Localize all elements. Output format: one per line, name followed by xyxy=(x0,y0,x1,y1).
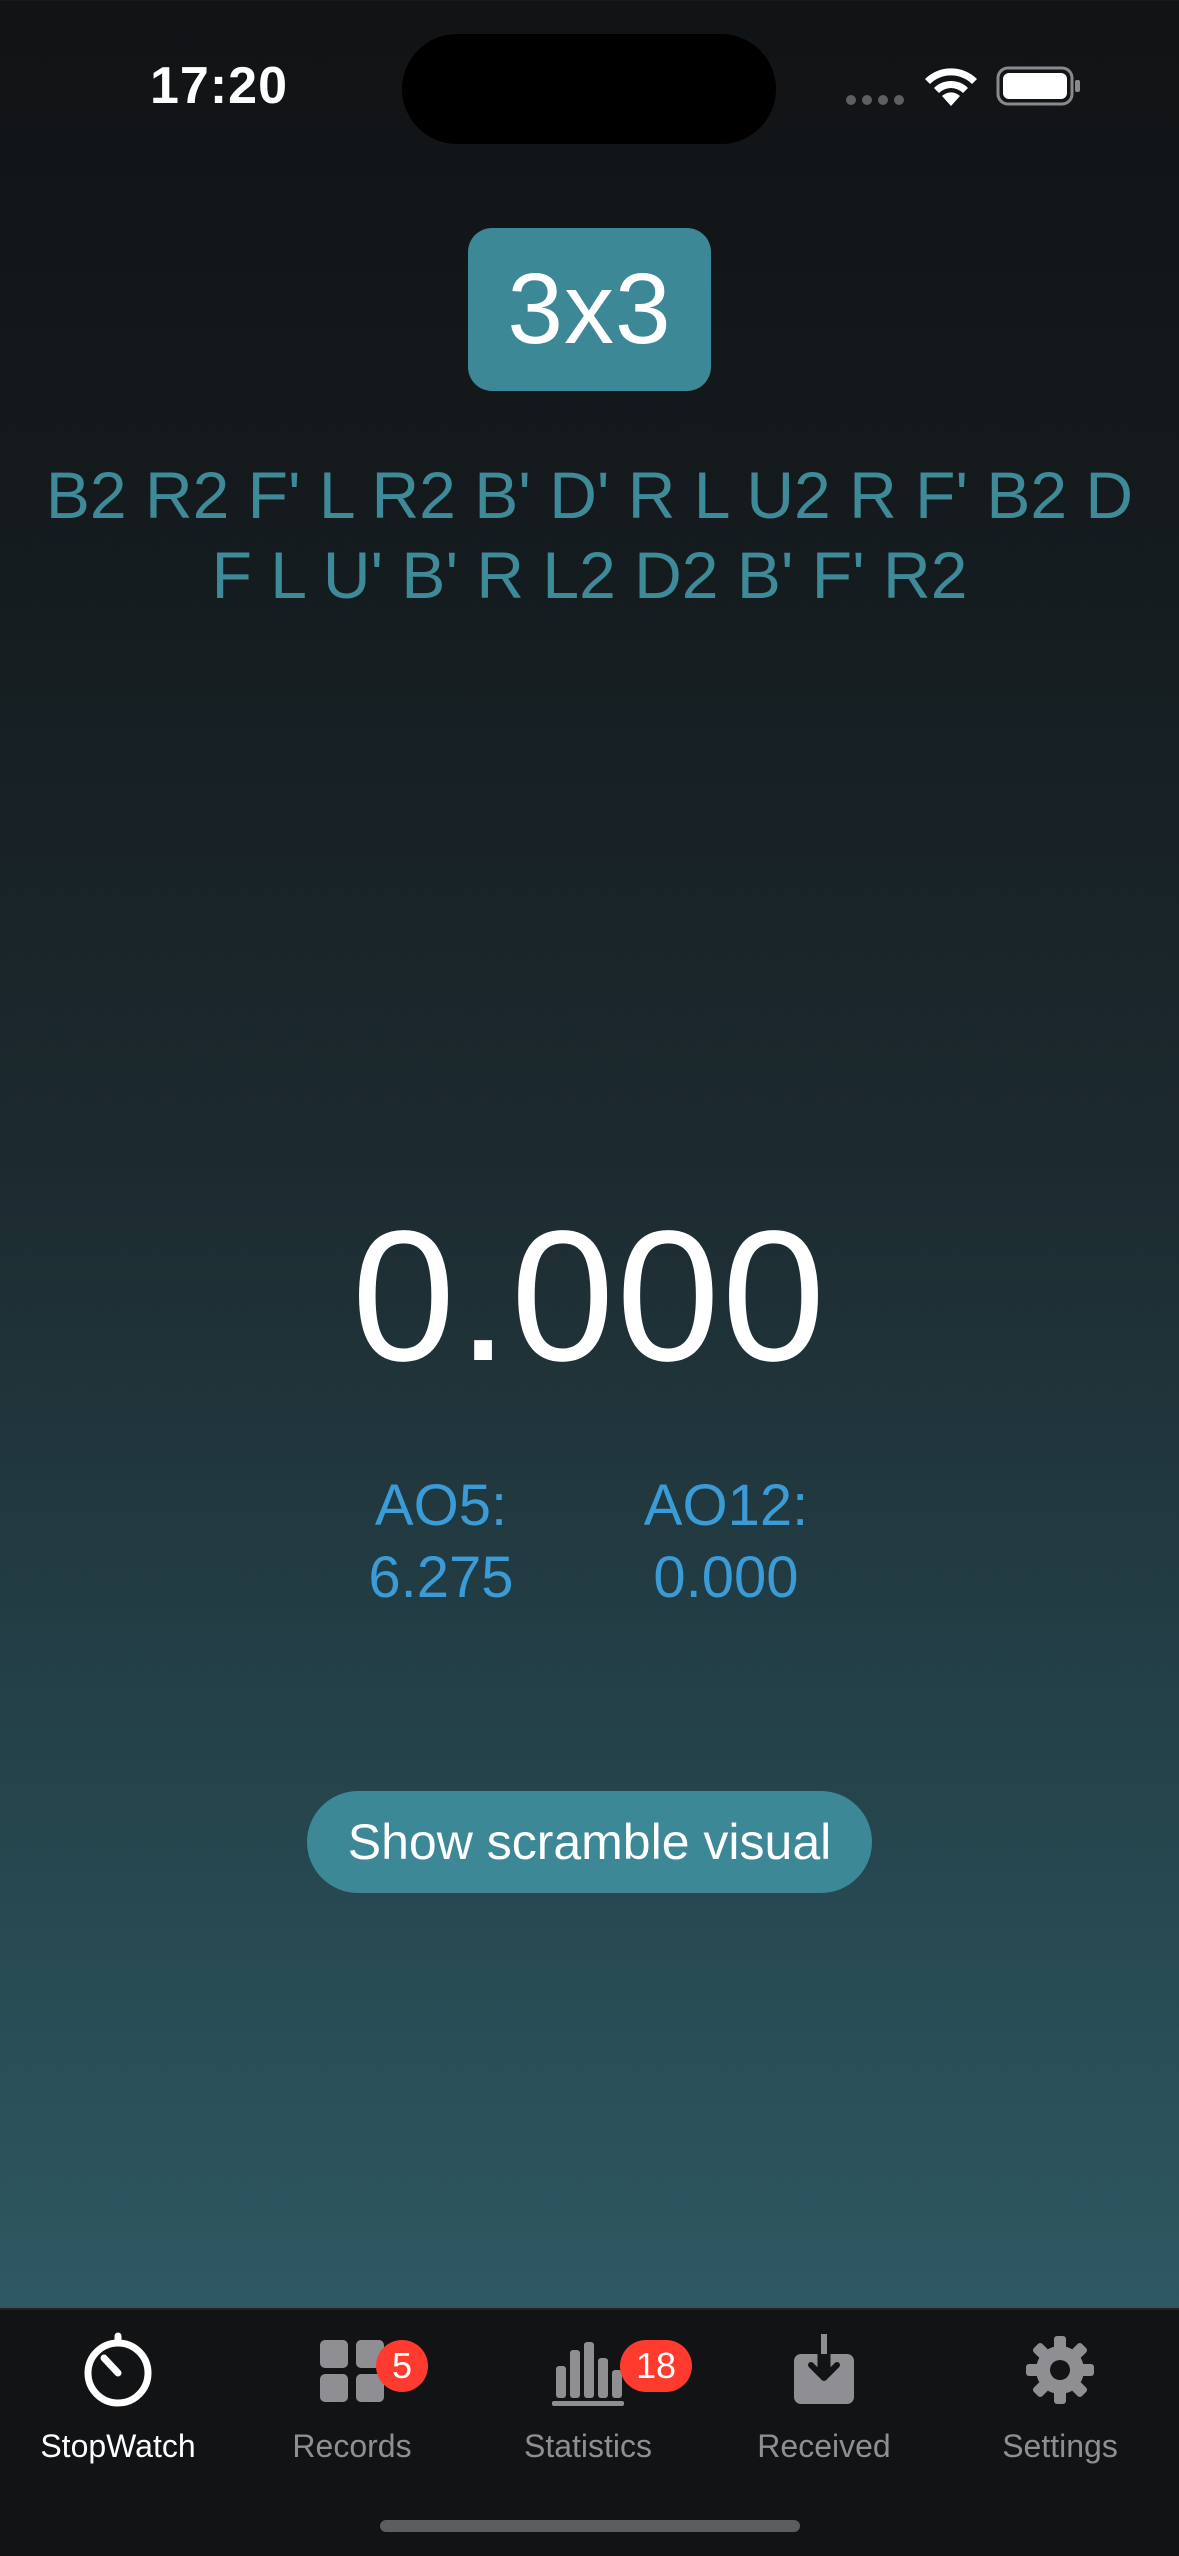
wifi-icon xyxy=(925,68,977,106)
status-bar: 17:20 xyxy=(0,0,1179,170)
tab-statistics[interactable]: 18 Statistics xyxy=(470,2310,706,2470)
home-indicator xyxy=(380,2520,800,2532)
records-badge: 5 xyxy=(376,2340,428,2392)
tab-label-stopwatch: StopWatch xyxy=(40,2428,196,2464)
tab-stopwatch[interactable]: StopWatch xyxy=(0,2310,236,2470)
tab-bar: StopWatch 5 Records 18 Statistics Receiv… xyxy=(0,2308,1179,2556)
ao12-label: AO12: xyxy=(643,1473,809,1538)
show-scramble-visual-button[interactable]: Show scramble visual xyxy=(307,1791,872,1893)
tab-settings[interactable]: Settings xyxy=(942,2310,1178,2470)
stopwatch-icon xyxy=(84,2332,152,2407)
tab-label-settings: Settings xyxy=(1002,2428,1118,2464)
battery-icon xyxy=(996,66,1080,106)
dynamic-island xyxy=(402,34,776,144)
puzzle-type-button[interactable]: 3x3 xyxy=(468,228,711,391)
tab-received[interactable]: Received xyxy=(706,2310,942,2470)
gear-icon xyxy=(1026,2336,1094,2404)
tab-records[interactable]: 5 Records xyxy=(234,2310,470,2470)
ao12-average: AO12: 0.000 xyxy=(626,1470,826,1614)
bar-chart-icon xyxy=(552,2342,624,2406)
ao12-value: 0.000 xyxy=(653,1545,799,1610)
download-tray-icon xyxy=(794,2334,854,2404)
ao5-label: AO5: xyxy=(374,1473,508,1538)
ao5-average: AO5: 6.275 xyxy=(356,1470,526,1614)
timer-display[interactable]: 0.000 xyxy=(0,1190,1179,1403)
cellular-signal-icon xyxy=(846,95,906,107)
tab-label-statistics: Statistics xyxy=(523,2428,653,2464)
tab-label-received: Received xyxy=(757,2428,891,2464)
scramble-line-1: B2 R2 F' L R2 B' D' R L U2 R F' B2 D xyxy=(45,458,1134,532)
statistics-badge: 18 xyxy=(620,2340,692,2392)
status-time: 17:20 xyxy=(150,57,288,115)
ao5-value: 6.275 xyxy=(368,1545,514,1610)
scramble-text[interactable]: B2 R2 F' L R2 B' D' R L U2 R F' B2 D F L… xyxy=(40,455,1139,615)
scramble-line-2: F L U' B' R L2 D2 B' F' R2 xyxy=(211,538,968,612)
tab-label-records: Records xyxy=(292,2428,412,2464)
